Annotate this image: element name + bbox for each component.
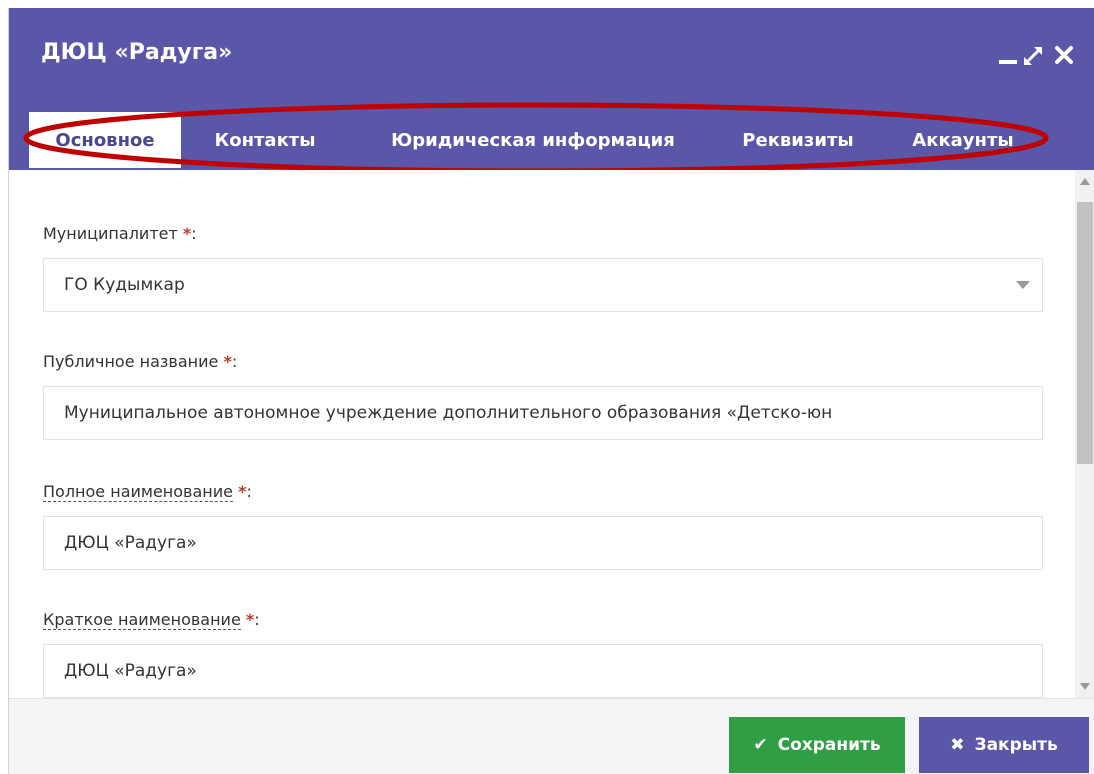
close-button[interactable]: ✖ Закрыть	[919, 717, 1089, 773]
dialog-titlebar: ДЮЦ «Радуга»	[9, 8, 1094, 112]
scroll-down-icon[interactable]	[1080, 683, 1090, 690]
content-scrollbar[interactable]	[1075, 170, 1094, 698]
tab-legal-info[interactable]: Юридическая информация	[361, 112, 705, 168]
form-content: Муниципалитет *: ГО Кудымкар Публичное н…	[9, 170, 1075, 698]
scroll-thumb[interactable]	[1077, 202, 1093, 464]
tab-requisites[interactable]: Реквизиты	[723, 112, 873, 168]
expand-icon[interactable]	[1021, 44, 1045, 68]
tab-main[interactable]: Основное	[29, 112, 181, 168]
municipality-select[interactable]: ГО Кудымкар	[43, 258, 1043, 312]
dialog-title: ДЮЦ «Радуга»	[41, 40, 233, 65]
public-name-input[interactable]: Муниципальное автономное учреждение допо…	[43, 386, 1043, 440]
tab-accounts[interactable]: Аккаунты	[893, 112, 1033, 168]
short-name-label: Краткое наименование *:	[43, 610, 260, 630]
close-icon[interactable]	[1053, 44, 1075, 66]
scroll-up-icon[interactable]	[1080, 178, 1090, 185]
organization-dialog: ДЮЦ «Радуга» Основное Контакты Юридическ…	[8, 8, 1094, 774]
page-top-margin	[0, 0, 1094, 8]
tabs-bar: Основное Контакты Юридическая информация…	[9, 104, 1094, 170]
save-button[interactable]: ✔ Сохранить	[729, 717, 905, 773]
chevron-down-icon[interactable]	[1016, 281, 1030, 289]
checkmark-icon: ✔	[753, 735, 768, 755]
full-name-input[interactable]: ДЮЦ «Радуга»	[43, 516, 1043, 570]
dialog-footer: ✔ Сохранить ✖ Закрыть	[9, 698, 1094, 774]
minimize-icon[interactable]	[999, 46, 1017, 66]
municipality-label: Муниципалитет *:	[43, 224, 197, 243]
full-name-label: Полное наименование *:	[43, 482, 252, 502]
close-x-icon: ✖	[950, 735, 965, 755]
short-name-input[interactable]: ДЮЦ «Радуга»	[43, 644, 1043, 698]
public-name-label: Публичное название *:	[43, 352, 238, 371]
tab-contacts[interactable]: Контакты	[197, 112, 333, 168]
